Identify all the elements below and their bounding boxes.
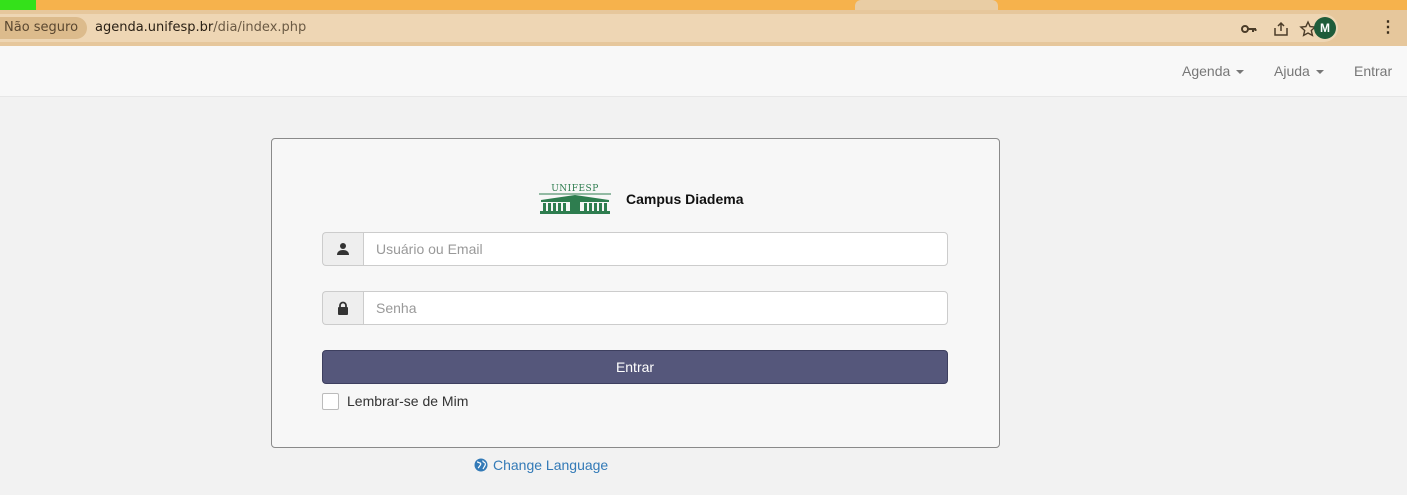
share-icon[interactable]: [1272, 20, 1290, 38]
top-navbar: Agenda Ajuda Entrar: [0, 46, 1407, 97]
lock-icon: [322, 291, 363, 325]
globe-icon: [474, 458, 488, 472]
password-group: [322, 291, 948, 325]
username-input[interactable]: [363, 232, 948, 266]
browser-tab-strip: [0, 0, 1407, 10]
url-text[interactable]: agenda.unifesp.br/dia/index.php: [95, 17, 306, 39]
kebab-menu-icon[interactable]: ⋮: [1380, 17, 1396, 39]
nav-agenda-label: Agenda: [1182, 63, 1231, 79]
user-icon: [322, 232, 363, 266]
username-group: [322, 232, 948, 266]
remember-checkbox[interactable]: [322, 392, 339, 410]
change-language-link[interactable]: Change Language: [474, 456, 608, 474]
campus-title: Campus Diadema: [626, 191, 744, 207]
key-icon[interactable]: [1240, 20, 1258, 38]
caret-down-icon: [1236, 70, 1245, 75]
remember-label[interactable]: Lembrar-se de Mim: [347, 393, 468, 409]
address-bar: Não seguro agenda.unifesp.br/dia/index.p…: [0, 10, 1407, 46]
url-path: /dia/index.php: [213, 20, 307, 35]
security-chip[interactable]: Não seguro: [0, 17, 88, 39]
remember-me: Lembrar-se de Mim: [322, 392, 468, 410]
nav-ajuda-dropdown[interactable]: Ajuda: [1274, 46, 1324, 97]
url-host: agenda.unifesp.br: [95, 20, 214, 35]
nav-entrar-link[interactable]: Entrar: [1354, 46, 1392, 97]
caret-down-icon: [1315, 70, 1324, 75]
profile-avatar[interactable]: M: [1314, 17, 1336, 39]
logo-text: UNIFESP: [551, 184, 599, 194]
login-submit-button[interactable]: Entrar: [322, 350, 948, 384]
tab-favicon-strip: [0, 0, 36, 10]
password-input[interactable]: [363, 291, 948, 325]
nav-ajuda-label: Ajuda: [1274, 63, 1310, 79]
change-language-label: Change Language: [493, 457, 609, 473]
nav-agenda-dropdown[interactable]: Agenda: [1182, 46, 1245, 97]
active-tab[interactable]: [855, 0, 998, 10]
unifesp-logo: UNIFESP: [539, 184, 611, 214]
login-panel: UNIFESP Campus Diadema Entrar Lembrar-se…: [271, 138, 1000, 448]
